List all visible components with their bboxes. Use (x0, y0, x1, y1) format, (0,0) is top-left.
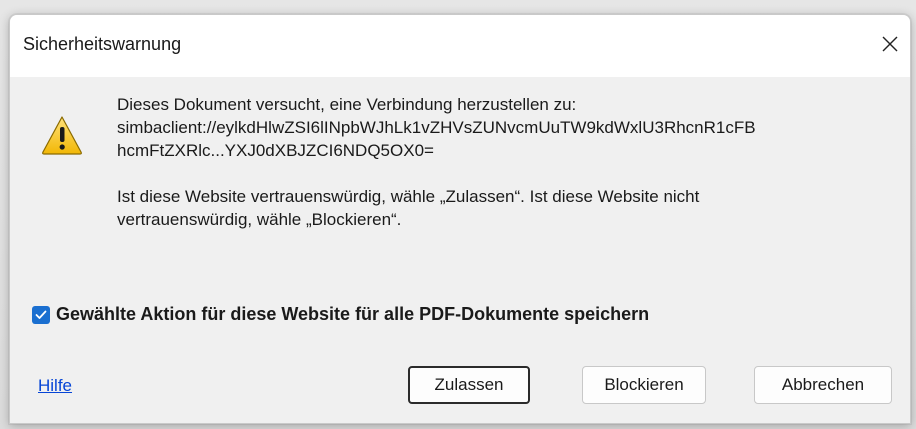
save-action-checkbox[interactable] (32, 305, 50, 324)
message-url-line-2: hcmFtZXRlc...YXJ0dXBJZCI6NDQ5OX0= (117, 141, 434, 160)
checkmark-icon (35, 310, 47, 319)
close-icon (882, 36, 898, 52)
help-link[interactable]: Hilfe (38, 376, 72, 396)
block-button[interactable]: Blockieren (582, 366, 706, 404)
allow-button[interactable]: Zulassen (408, 366, 530, 404)
message-question-line-2: vertrauenswürdig, wähle „Blockieren“. (117, 210, 402, 229)
warning-triangle-icon (42, 116, 82, 155)
message-url-line-1: simbaclient://eylkdHlwZSI6lINpbWJhLk1vZH… (117, 118, 756, 137)
save-action-checkbox-label: Gewählte Aktion für diese Website für al… (56, 304, 650, 324)
title-bar: Sicherheitswarnung (10, 15, 910, 77)
cancel-button[interactable]: Abbrechen (754, 366, 892, 404)
message-text: Dieses Dokument versucht, eine Verbindun… (117, 93, 907, 231)
message-line-intro: Dieses Dokument versucht, eine Verbindun… (117, 95, 577, 114)
dialog-title: Sicherheitswarnung (23, 34, 182, 54)
save-action-checkbox-row[interactable]: Gewählte Aktion für diese Website für al… (32, 304, 649, 325)
close-button[interactable] (876, 29, 904, 59)
message-question-line-1: Ist diese Website vertrauenswürdig, wähl… (117, 187, 700, 206)
screen: Sicherheitswarnung Dieses Dokument versu… (0, 0, 916, 429)
security-warning-dialog: Sicherheitswarnung Dieses Dokument versu… (9, 14, 911, 424)
